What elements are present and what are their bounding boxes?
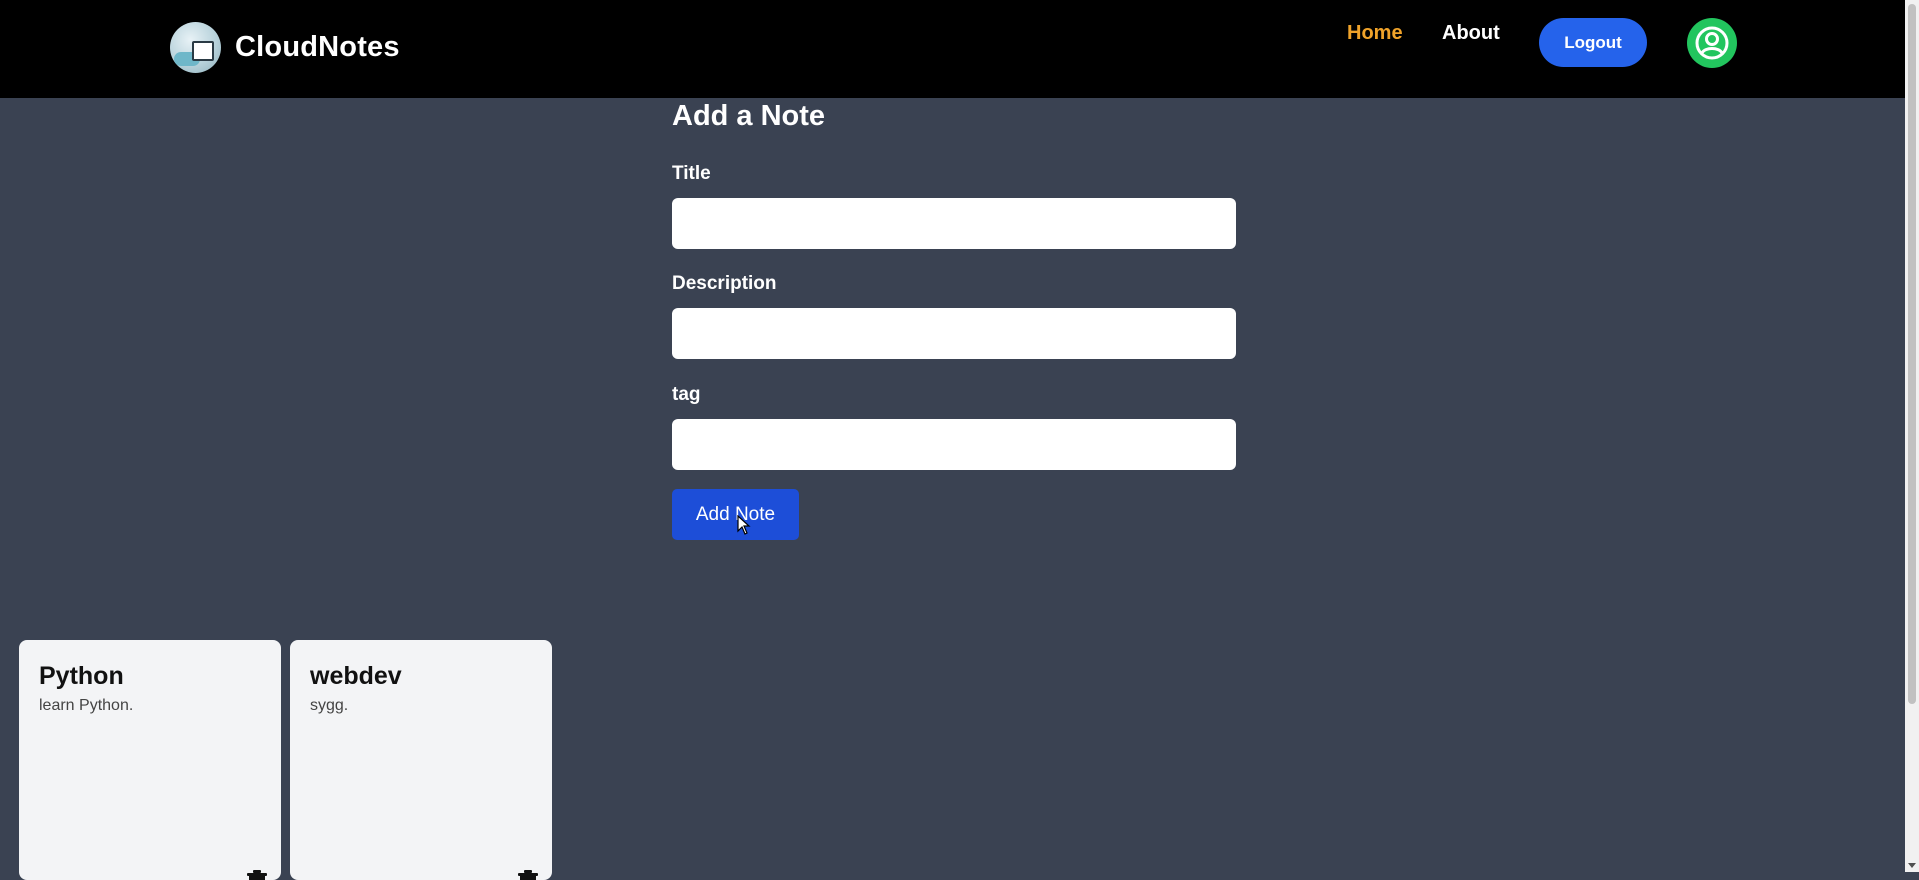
- add-note-button[interactable]: Add Note: [672, 489, 799, 540]
- note-card-description: learn Python.: [39, 697, 134, 714]
- note-card: webdev sygg.: [290, 640, 552, 880]
- user-avatar-button[interactable]: [1687, 18, 1737, 68]
- note-card: Python learn Python.: [19, 640, 281, 880]
- add-note-heading: Add a Note: [672, 100, 826, 132]
- scrollbar-thumb[interactable]: [1908, 4, 1916, 704]
- nav-link-home[interactable]: Home: [1347, 22, 1403, 45]
- note-card-title: webdev: [310, 662, 402, 690]
- note-card-description: sygg.: [310, 697, 349, 714]
- page-scrollbar[interactable]: [1905, 0, 1919, 872]
- title-input[interactable]: [672, 198, 1236, 249]
- description-label: Description: [672, 273, 777, 294]
- brand-name: CloudNotes: [235, 31, 400, 63]
- scroll-down-arrow-icon[interactable]: [1908, 863, 1916, 868]
- tag-label: tag: [672, 384, 701, 405]
- cloudnotes-logo-icon: [170, 22, 221, 73]
- logout-button[interactable]: Logout: [1539, 18, 1647, 67]
- brand-link[interactable]: CloudNotes: [170, 22, 400, 73]
- tag-input[interactable]: [672, 419, 1236, 470]
- navbar: CloudNotes Home About Logout: [0, 0, 1905, 98]
- description-input[interactable]: [672, 308, 1236, 359]
- title-label: Title: [672, 163, 711, 184]
- note-card-title: Python: [39, 662, 124, 690]
- user-circle-icon: [1695, 26, 1729, 60]
- nav-link-about[interactable]: About: [1442, 22, 1500, 45]
